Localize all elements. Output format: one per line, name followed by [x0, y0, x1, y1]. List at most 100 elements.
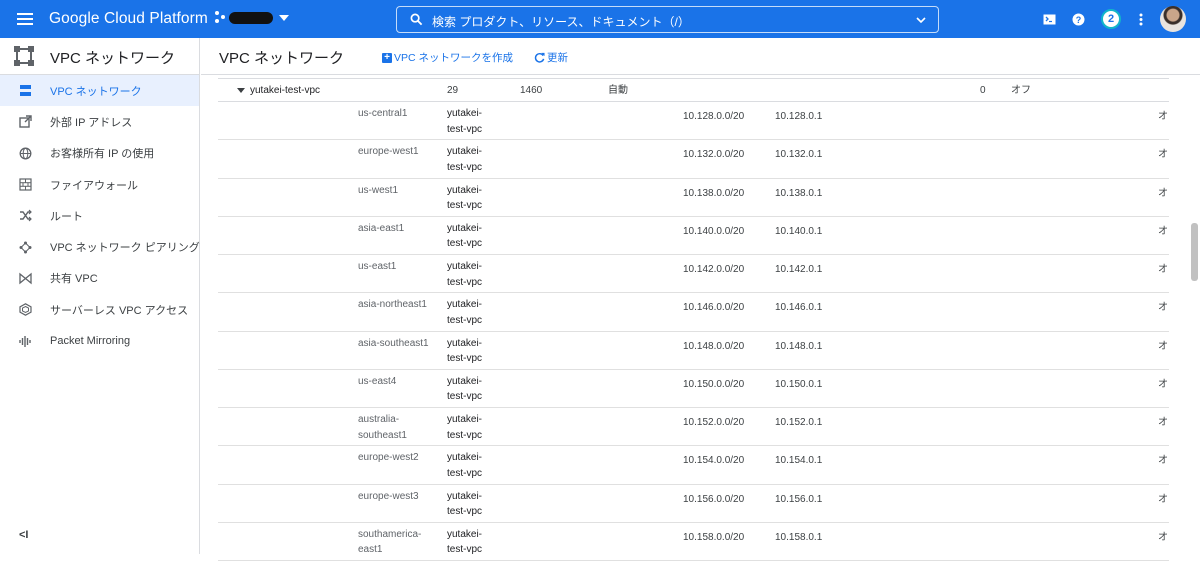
sidebar-item-firewall[interactable]: ファイアウォール — [0, 169, 199, 200]
subnet-region: australia-southeast1 — [358, 414, 407, 441]
expand-triangle-icon[interactable] — [237, 88, 245, 93]
subnet-gateway: 10.140.0.1 — [775, 225, 823, 237]
sidebar-item-label: VPC ネットワーク — [50, 85, 142, 98]
search-input[interactable]: 検索 プロダクト、リソース、ドキュメント（/） — [396, 6, 939, 33]
more-vert-icon[interactable] — [1132, 10, 1150, 28]
project-selector[interactable] — [215, 11, 289, 25]
sidebar-item-packet-mirroring[interactable]: Packet Mirroring — [0, 325, 199, 356]
refresh-icon — [534, 52, 545, 63]
subnet-gateway: 10.146.0.1 — [775, 302, 823, 314]
subnet-network[interactable]: yutakei-test-vpc — [447, 374, 497, 405]
table-row[interactable]: asia-southeast1 yutakei-test-vpc 10.148.0.… — [218, 332, 1169, 370]
subnet-flow-logs: オ — [1158, 378, 1168, 390]
subnet-gateway: 10.148.0.1 — [775, 340, 823, 352]
table-row[interactable]: southamerica-east1 yutakei-test-vpc 10.158… — [218, 523, 1169, 561]
subnet-gateway: 10.142.0.1 — [775, 264, 823, 275]
table-row[interactable]: europe-west1 yutakei-test-vpc 10.132.0.0/2… — [218, 140, 1169, 179]
sidebar-item-serverless-access[interactable]: サーバーレス VPC アクセス — [0, 294, 199, 325]
scrollbar-thumb[interactable] — [1191, 223, 1198, 281]
subnet-network[interactable]: yutakei-test-vpc — [447, 412, 497, 443]
table-row[interactable]: us-east4 yutakei-test-vpc 10.150.0.0/20 10.… — [218, 370, 1169, 408]
subnet-region: us-central1 — [358, 108, 408, 119]
table-row[interactable]: australia-southeast1 yutakei-test-vpc 10.1… — [218, 408, 1169, 447]
subnet-gateway: 10.132.0.1 — [775, 149, 823, 161]
create-vpc-button[interactable]: + VPC ネットワークを作成 — [382, 50, 513, 65]
hamburger-menu-icon[interactable] — [17, 13, 33, 25]
redacted-project-name — [229, 12, 273, 24]
serverless-icon — [19, 303, 32, 317]
avatar[interactable] — [1160, 6, 1186, 32]
subnet-gateway: 10.150.0.1 — [775, 378, 823, 390]
notifications-badge[interactable]: 2 — [1101, 9, 1121, 29]
vpc-firewall-rules: 0 — [980, 85, 986, 96]
table-row[interactable]: us-east1 yutakei-test-vpc 10.142.0.0/20 10.… — [218, 255, 1169, 294]
subnet-network[interactable]: yutakei-test-vpc — [447, 297, 497, 328]
external-ip-icon — [19, 115, 32, 129]
firewall-icon — [19, 178, 32, 191]
table-row[interactable]: asia-east1 yutakei-test-vpc 10.140.0.0/20 1… — [218, 217, 1169, 255]
sidebar-item-peering[interactable]: VPC ネットワーク ピアリング — [0, 231, 200, 262]
svg-text:?: ? — [1075, 15, 1081, 25]
sidebar-item-byoip[interactable]: お客様所有 IP の使用 — [0, 138, 199, 169]
chevron-down-icon[interactable] — [916, 15, 926, 25]
subnet-flow-logs: オ — [1158, 302, 1168, 314]
main-content: VPC ネットワーク + VPC ネットワークを作成 更新 yutakei-te… — [201, 38, 1200, 561]
sidebar-item-label: 外部 IP アドレス — [50, 116, 133, 129]
sidebar-item-vpc-networks[interactable]: VPC ネットワーク — [0, 75, 199, 107]
subnet-network[interactable]: yutakei-test-vpc — [447, 106, 497, 137]
subnet-gateway: 10.128.0.1 — [775, 111, 823, 122]
subnet-flow-logs: オ — [1158, 417, 1168, 428]
sidebar-item-label: お客様所有 IP の使用 — [50, 148, 155, 161]
table-row[interactable]: europe-west3 yutakei-test-vpc 10.156.0.0/2… — [218, 485, 1169, 523]
cloud-shell-icon[interactable] — [1040, 10, 1058, 28]
vpc-table: yutakei-test-vpc 29 1460 自動 0 オフ us-cent… — [218, 78, 1169, 561]
subnet-flow-logs: オ — [1158, 493, 1168, 505]
subnet-network[interactable]: yutakei-test-vpc — [447, 489, 497, 520]
subnet-ip-range: 10.156.0.0/20 — [683, 493, 745, 505]
vpc-name[interactable]: yutakei-test-vpc — [250, 83, 320, 99]
collapse-sidebar-icon[interactable]: <I — [19, 529, 28, 541]
brand-title[interactable]: Google Cloud Platform — [49, 10, 208, 28]
subnet-flow-logs: オ — [1158, 111, 1168, 122]
subnet-ip-range: 10.142.0.0/20 — [683, 264, 745, 275]
vpc-network-row[interactable]: yutakei-test-vpc 29 1460 自動 0 オフ — [218, 78, 1169, 102]
packet-mirroring-icon — [19, 335, 31, 347]
subnet-network[interactable]: yutakei-test-vpc — [447, 221, 497, 252]
subnet-network[interactable]: yutakei-test-vpc — [447, 336, 497, 367]
subnet-network[interactable]: yutakei-test-vpc — [447, 259, 497, 290]
vpc-product-icon — [14, 46, 34, 66]
subnet-network[interactable]: yutakei-test-vpc — [447, 527, 497, 558]
sidebar-item-routes[interactable]: ルート — [0, 200, 199, 231]
refresh-button[interactable]: 更新 — [534, 50, 568, 65]
table-row[interactable]: europe-west2 yutakei-test-vpc 10.154.0.0/2… — [218, 446, 1169, 485]
add-icon: + — [382, 52, 392, 63]
table-row[interactable]: asia-northeast1 yutakei-test-vpc 10.146.0.… — [218, 293, 1169, 332]
create-vpc-label: VPC ネットワークを作成 — [394, 52, 514, 64]
sidebar-item-external-ip[interactable]: 外部 IP アドレス — [0, 106, 199, 137]
table-row[interactable]: us-west1 yutakei-test-vpc 10.138.0.0/20 10.… — [218, 179, 1169, 217]
vpc-subnet-count: 29 — [447, 85, 459, 96]
sidebar-item-label: ファイアウォール — [50, 179, 138, 192]
routes-icon — [20, 209, 32, 222]
refresh-label: 更新 — [547, 52, 568, 64]
subnet-list: us-central1 yutakei-test-vpc 10.128.0.0/20… — [218, 102, 1169, 561]
subnet-network[interactable]: yutakei-test-vpc — [447, 450, 497, 481]
subnet-network[interactable]: yutakei-test-vpc — [447, 144, 497, 175]
subnet-ip-range: 10.154.0.0/20 — [683, 455, 745, 467]
subnet-ip-range: 10.138.0.0/20 — [683, 187, 745, 199]
sidebar-item-shared-vpc[interactable]: 共有 VPC — [0, 263, 199, 294]
subnet-region: us-west1 — [358, 184, 399, 196]
subnet-gateway: 10.156.0.1 — [775, 493, 823, 505]
subnet-gateway: 10.158.0.1 — [775, 531, 823, 543]
chevron-down-icon — [279, 15, 289, 21]
subnet-gateway: 10.154.0.1 — [775, 455, 823, 467]
subnet-region: asia-east1 — [358, 222, 405, 234]
help-icon[interactable]: ? — [1069, 10, 1087, 28]
table-row[interactable]: us-central1 yutakei-test-vpc 10.128.0.0/20… — [218, 102, 1169, 141]
page-header: VPC ネットワーク + VPC ネットワークを作成 更新 — [201, 38, 1200, 75]
subnet-region: us-east1 — [358, 261, 397, 272]
subnet-flow-logs: オ — [1158, 340, 1168, 352]
subnet-region: asia-southeast1 — [358, 337, 429, 349]
subnet-network[interactable]: yutakei-test-vpc — [447, 183, 497, 214]
globe-ip-icon — [19, 147, 32, 160]
